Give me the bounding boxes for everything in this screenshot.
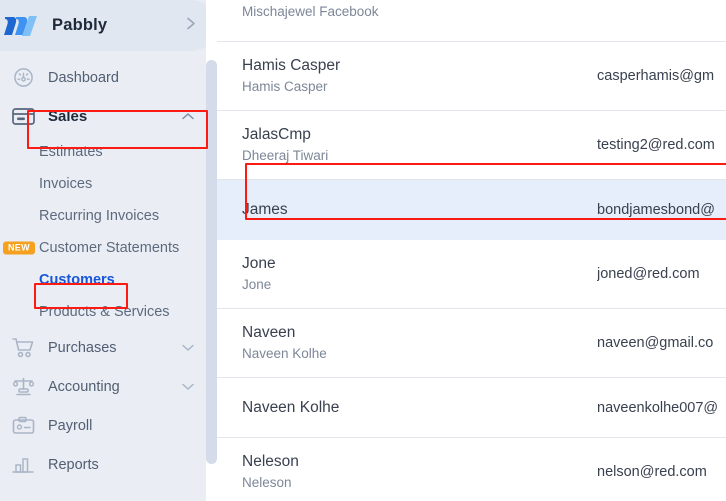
customer-email: naveen@gmail.co	[597, 335, 714, 351]
brand-name: Pabbly	[52, 16, 108, 34]
customer-name: Naveen Kolhe	[242, 399, 340, 416]
customer-name: Neleson	[242, 453, 299, 470]
sidebar-item-recurring-invoices[interactable]: Recurring Invoices	[0, 200, 217, 232]
customer-email: casperhamis@gm	[597, 68, 715, 84]
customer-name: Jone	[242, 255, 276, 272]
customer-subname: Mischajewel Facebook	[242, 4, 379, 19]
sidebar-item-customer-statements[interactable]: NEW Customer Statements	[0, 232, 217, 264]
sidebar-item-accounting[interactable]: Accounting	[0, 367, 217, 406]
bar-chart-icon	[9, 452, 37, 478]
pabbly-logo-icon	[4, 13, 38, 39]
customer-name: JalasCmp	[242, 126, 311, 143]
chevron-down-icon[interactable]	[181, 339, 195, 357]
customer-name: Naveen	[242, 324, 296, 341]
customer-subname: Jone	[242, 277, 272, 292]
id-badge-icon	[9, 413, 37, 439]
chevron-down-icon[interactable]	[181, 378, 195, 396]
sidebar-item-label: Invoices	[39, 176, 93, 192]
customer-names: Neleson Neleson	[242, 451, 597, 493]
scales-icon	[9, 374, 37, 400]
customer-name: Hamis Casper	[242, 57, 341, 74]
table-row[interactable]: Hamis Casper Hamis Casper casperhamis@gm	[217, 42, 726, 111]
credit-card-icon	[9, 104, 37, 130]
chevron-up-icon[interactable]	[181, 108, 195, 126]
customer-names: JalasCmp Dheeraj Tiwari	[242, 124, 597, 166]
customer-list-panel: Mischajewel Facebook Hamis Casper Hamis …	[217, 0, 726, 501]
table-row[interactable]: Mischajewel Facebook	[217, 0, 726, 42]
customer-email: bondjamesbond@	[597, 201, 715, 218]
customer-email: testing2@red.com	[597, 137, 715, 153]
sidebar-item-dashboard[interactable]: Dashboard	[0, 58, 217, 97]
customer-subname: Naveen Kolhe	[242, 346, 327, 361]
gauge-icon	[9, 65, 37, 91]
sidebar-item-label: Reports	[48, 456, 99, 473]
customer-list: Mischajewel Facebook Hamis Casper Hamis …	[217, 0, 726, 501]
table-row[interactable]: Neleson Neleson nelson@red.com	[217, 438, 726, 501]
customer-names: James	[242, 199, 597, 220]
sidebar: Pabbly Dashboard Sales Estimates Invoice…	[0, 0, 217, 501]
table-row[interactable]: Naveen Kolhe naveenkolhe007@	[217, 378, 726, 438]
sidebar-item-label: Recurring Invoices	[39, 208, 160, 224]
customer-subname: Hamis Casper	[242, 79, 328, 94]
sidebar-item-label: Accounting	[48, 378, 120, 395]
pabbly-app-window: Pabbly Dashboard Sales Estimates Invoice…	[0, 0, 726, 501]
new-badge: NEW	[3, 241, 35, 255]
sidebar-scrollbar-track[interactable]	[206, 0, 217, 501]
customer-names: Naveen Naveen Kolhe	[242, 322, 597, 364]
sidebar-item-label: Products & Services	[39, 304, 170, 320]
customer-name: James	[242, 201, 288, 218]
sidebar-item-products-and-services[interactable]: Products & Services	[0, 296, 217, 328]
brand-header[interactable]: Pabbly	[0, 0, 217, 51]
sidebar-item-purchases[interactable]: Purchases	[0, 328, 217, 367]
sidebar-item-invoices[interactable]: Invoices	[0, 168, 217, 200]
customer-email: joned@red.com	[597, 266, 700, 282]
sidebar-item-sales[interactable]: Sales	[0, 97, 217, 136]
table-row-selected[interactable]: James bondjamesbond@	[217, 180, 726, 240]
customer-email: naveenkolhe007@	[597, 399, 719, 416]
sidebar-item-customers[interactable]: Customers	[0, 264, 217, 296]
table-row[interactable]: JalasCmp Dheeraj Tiwari testing2@red.com	[217, 111, 726, 180]
chevron-right-icon[interactable]	[186, 16, 197, 35]
customer-names: Jone Jone	[242, 253, 597, 295]
table-row[interactable]: Naveen Naveen Kolhe naveen@gmail.co	[217, 309, 726, 378]
sidebar-item-payroll[interactable]: Payroll	[0, 406, 217, 445]
table-row[interactable]: Jone Jone joned@red.com	[217, 240, 726, 309]
sidebar-item-label: Customer Statements	[39, 240, 180, 256]
sidebar-item-label: Estimates	[39, 144, 103, 160]
customer-subname: Dheeraj Tiwari	[242, 148, 329, 163]
sidebar-item-estimates[interactable]: Estimates	[0, 136, 217, 168]
sidebar-scrollbar-thumb[interactable]	[206, 60, 217, 464]
sidebar-item-reports[interactable]: Reports	[0, 445, 217, 484]
sidebar-item-label: Payroll	[48, 417, 93, 434]
customer-names: Hamis Casper Hamis Casper	[242, 55, 597, 97]
sidebar-item-label: Dashboard	[48, 69, 119, 86]
customer-names: Mischajewel Facebook	[242, 1, 597, 22]
sidebar-nav: Dashboard Sales Estimates Invoices Recur…	[0, 58, 217, 484]
customer-subname: Neleson	[242, 475, 292, 490]
cart-icon	[9, 335, 37, 361]
customer-names: Naveen Kolhe	[242, 397, 597, 418]
customer-email: nelson@red.com	[597, 464, 707, 480]
sidebar-item-label: Sales	[48, 108, 88, 125]
sidebar-item-label: Purchases	[48, 339, 117, 356]
sidebar-item-label: Customers	[39, 272, 115, 288]
